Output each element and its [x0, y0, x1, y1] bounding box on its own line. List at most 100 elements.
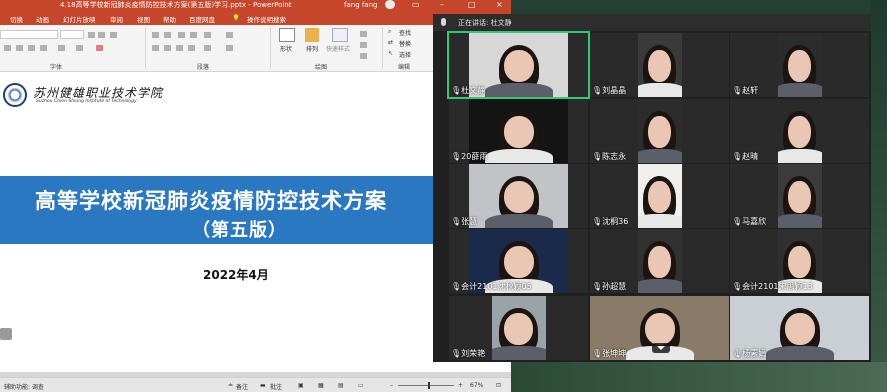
underline-icon[interactable] — [28, 45, 35, 51]
bullets-icon[interactable] — [152, 32, 159, 38]
align-right-icon[interactable] — [176, 45, 183, 51]
participant-tile[interactable]: 🎙刘荣艳 — [449, 296, 588, 360]
expand-controls-button[interactable] — [652, 343, 670, 353]
decrease-font-icon[interactable] — [98, 32, 105, 38]
normal-view-icon[interactable]: ▣ — [298, 382, 304, 389]
quick-styles-icon[interactable] — [332, 28, 348, 42]
select-button[interactable]: 选择 — [399, 50, 411, 59]
participant-tile[interactable]: 🎙杜文静 — [447, 31, 590, 99]
strikethrough-icon[interactable] — [40, 45, 47, 51]
participant-tile[interactable]: 🎙沈桐36 — [590, 164, 729, 228]
zoom-level[interactable]: 67% — [470, 382, 483, 389]
participant-video — [637, 99, 682, 163]
tell-me-search[interactable]: 操作说明搜索 — [247, 14, 286, 24]
increase-font-icon[interactable] — [88, 32, 95, 38]
justify-icon[interactable] — [188, 45, 195, 51]
align-left-icon[interactable] — [152, 45, 159, 51]
slide-subtitle[interactable]: （第五版） — [192, 216, 287, 242]
char-spacing-icon[interactable] — [58, 45, 65, 51]
minimize-icon[interactable]: – — [440, 0, 444, 10]
tab-review[interactable]: 审阅 — [110, 14, 123, 24]
tab-transitions[interactable]: 切换 — [10, 14, 23, 24]
speaking-indicator: 正在讲话: 杜文静 — [458, 19, 512, 27]
slide-title[interactable]: 高等学校新冠肺炎疫情防控技术方案 — [35, 185, 387, 215]
participant-tile[interactable]: 🎙陈志永 — [590, 99, 729, 163]
participant-face — [648, 116, 671, 148]
participant-tile[interactable]: 🎙杨素娟 — [730, 296, 869, 360]
maximize-icon[interactable]: □ — [468, 0, 476, 10]
text-direction-icon[interactable] — [226, 32, 233, 38]
document-title: 4.18高等学校新冠肺炎疫情防控技术方案(第五版)学习.pptx - Power… — [60, 1, 292, 9]
participant-body — [777, 214, 822, 228]
notes-button[interactable]: 备注 — [236, 382, 248, 391]
participant-video — [777, 164, 822, 228]
status-bar: 辅助功能: 调查 ≐ 备注 ▬ 批注 ▣ ▦ ▤ ▭ – + 67% ⊡ — [0, 377, 511, 392]
line-spacing-icon[interactable] — [204, 32, 211, 38]
participant-video — [469, 164, 568, 228]
slide-date[interactable]: 2022年4月 — [203, 266, 269, 283]
participant-tile[interactable]: 🎙20薛雨 — [449, 99, 588, 163]
close-icon[interactable]: × — [496, 0, 503, 10]
shapes-button[interactable]: 形状 — [280, 44, 292, 53]
zoom-out-icon[interactable]: – — [390, 382, 393, 389]
participant-name: 🎙张慧 — [451, 217, 478, 226]
participant-tile[interactable]: 🎙赵轩 — [730, 33, 869, 97]
shapes-icon[interactable] — [279, 28, 295, 42]
shape-outline-icon[interactable] — [360, 42, 367, 48]
zoom-slider-handle[interactable] — [428, 382, 430, 389]
convert-smartart-icon[interactable] — [226, 45, 233, 51]
participant-tile[interactable]: 🎙刘晶晶 — [590, 33, 729, 97]
participant-tile[interactable]: 🎙会计2101宋思颖13 — [730, 229, 869, 293]
ribbon-display-icon[interactable]: ▭ — [412, 0, 420, 10]
tab-baidu-netdisk[interactable]: 百度网盘 — [189, 14, 215, 24]
thumbnail-pane-toggle[interactable] — [0, 328, 12, 340]
arrange-icon[interactable] — [305, 28, 319, 42]
participant-name: 🎙会计2101宋思颖13 — [732, 282, 813, 291]
avatar[interactable] — [385, 0, 395, 9]
increase-indent-icon[interactable] — [190, 32, 197, 38]
participant-tile[interactable]: 🎙孙超慧 — [590, 229, 729, 293]
tab-help[interactable]: 帮助 — [163, 14, 176, 24]
slideshow-icon[interactable]: ▭ — [358, 382, 364, 389]
columns-icon[interactable] — [204, 45, 211, 51]
font-size-dropdown[interactable] — [60, 30, 84, 39]
decrease-indent-icon[interactable] — [178, 32, 185, 38]
microphone-icon — [441, 18, 446, 26]
participant-tile[interactable]: 🎙马嘉欣 — [730, 164, 869, 228]
shape-effects-icon[interactable] — [360, 53, 367, 59]
reading-view-icon[interactable]: ▤ — [338, 382, 344, 389]
accessibility-status[interactable]: 辅助功能: 调查 — [4, 382, 44, 391]
user-name[interactable]: fang fang — [344, 0, 378, 10]
tab-view[interactable]: 视图 — [137, 14, 150, 24]
participant-video — [777, 99, 822, 163]
clear-format-icon[interactable] — [110, 32, 117, 38]
group-drawing-label: 绘图 — [315, 64, 328, 71]
participant-body — [484, 149, 553, 163]
participant-body — [491, 346, 546, 360]
arrange-button[interactable]: 排列 — [306, 44, 318, 53]
numbering-icon[interactable] — [164, 32, 171, 38]
italic-icon[interactable] — [16, 45, 23, 51]
zoom-in-icon[interactable]: + — [458, 382, 463, 389]
participant-tile[interactable]: 🎙赵晴 — [730, 99, 869, 163]
bold-icon[interactable] — [4, 45, 11, 51]
participant-body — [484, 214, 553, 228]
change-case-icon[interactable] — [76, 45, 83, 51]
font-color-icon[interactable] — [96, 45, 103, 51]
tab-animations[interactable]: 动画 — [36, 14, 49, 24]
participant-tile[interactable]: 🎙会计2101沈秋颖05 — [449, 229, 588, 293]
find-button[interactable]: 查找 — [399, 28, 411, 37]
zoom-slider[interactable] — [398, 385, 454, 386]
tab-slideshow[interactable]: 幻灯片放映 — [63, 14, 96, 24]
font-name-dropdown[interactable] — [0, 30, 58, 39]
quick-styles-button[interactable]: 快速样式 — [326, 44, 350, 53]
participant-face — [648, 246, 671, 278]
participant-tile[interactable]: 🎙张慧 — [449, 164, 588, 228]
shape-fill-icon[interactable] — [360, 31, 367, 37]
align-center-icon[interactable] — [164, 45, 171, 51]
comments-button[interactable]: 批注 — [270, 382, 282, 391]
fit-slide-icon[interactable]: ⊡ — [496, 382, 501, 389]
replace-button[interactable]: 替换 — [399, 39, 411, 48]
participant-face — [503, 181, 534, 213]
slide-sorter-icon[interactable]: ▦ — [318, 382, 324, 389]
